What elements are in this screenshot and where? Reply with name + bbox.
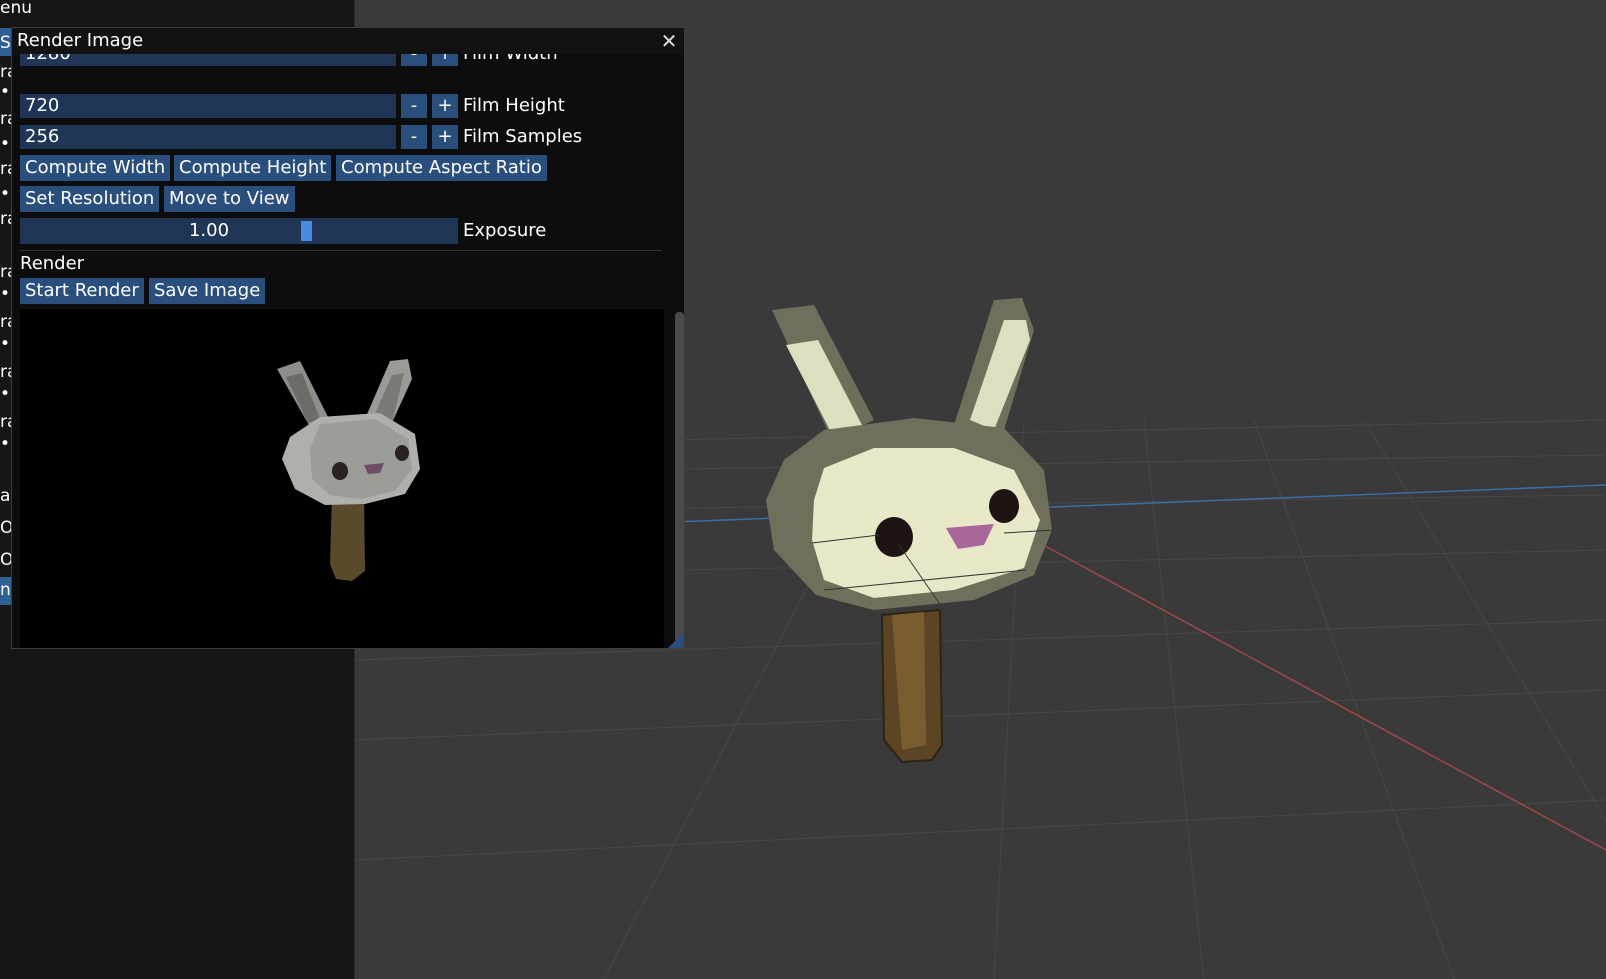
exposure-slider-grab[interactable] [300, 221, 312, 241]
film-width-minus-button[interactable]: - [401, 54, 427, 66]
compute-height-button[interactable]: Compute Height [174, 155, 332, 181]
window-scrollbar[interactable] [672, 54, 684, 648]
film-height-plus-button[interactable]: + [432, 94, 458, 118]
film-width-plus-button[interactable]: + [432, 54, 458, 66]
scrollbar-thumb[interactable] [675, 312, 684, 648]
save-image-button[interactable]: Save Image [149, 278, 266, 304]
exposure-label: Exposure [463, 220, 547, 241]
window-title: Render Image [17, 30, 144, 51]
film-height-minus-button[interactable]: - [401, 94, 427, 118]
render-preview-image [20, 309, 664, 648]
film-width-input[interactable]: 1280 [20, 54, 396, 66]
start-render-button[interactable]: Start Render [20, 278, 144, 304]
render-image-window[interactable]: Render Image ✕ 1280 - + Film Width 720 -… [11, 27, 685, 649]
film-width-label: Film Width [463, 54, 558, 66]
close-icon[interactable]: ✕ [658, 30, 680, 52]
film-height-input[interactable]: 720 [20, 94, 396, 118]
film-samples-input[interactable]: 256 [20, 125, 396, 149]
resize-grip-icon[interactable] [668, 632, 684, 648]
film-samples-plus-button[interactable]: + [432, 125, 458, 149]
sidebar-bullet: • [0, 334, 11, 354]
sidebar-bullet: • [0, 434, 11, 454]
sidebar-bullet: • [0, 82, 11, 102]
sidebar-bullet: • [0, 384, 11, 404]
sidebar-row[interactable]: a [0, 486, 10, 506]
menu-label[interactable]: enu [0, 0, 32, 18]
exposure-slider[interactable]: 1.00 [20, 218, 458, 244]
section-divider [20, 250, 662, 251]
exposure-value: 1.00 [188, 220, 230, 241]
compute-aspect-ratio-button[interactable]: Compute Aspect Ratio [336, 155, 547, 181]
render-section-header: Render [20, 253, 85, 274]
set-resolution-button[interactable]: Set Resolution [20, 186, 160, 212]
sidebar-row[interactable]: n [0, 580, 11, 600]
sidebar-bullet: • [0, 184, 11, 204]
film-height-label: Film Height [463, 95, 565, 116]
sidebar-bullet: • [0, 284, 11, 304]
rendered-bunny [20, 309, 664, 648]
window-titlebar[interactable]: Render Image ✕ [12, 28, 684, 54]
compute-width-button[interactable]: Compute Width [20, 155, 171, 181]
film-samples-label: Film Samples [463, 126, 583, 147]
window-body: 1280 - + Film Width 720 - + Film Height … [12, 54, 670, 648]
film-samples-minus-button[interactable]: - [401, 125, 427, 149]
sidebar-bullet: • [0, 134, 11, 154]
move-to-view-button[interactable]: Move to View [164, 186, 295, 212]
